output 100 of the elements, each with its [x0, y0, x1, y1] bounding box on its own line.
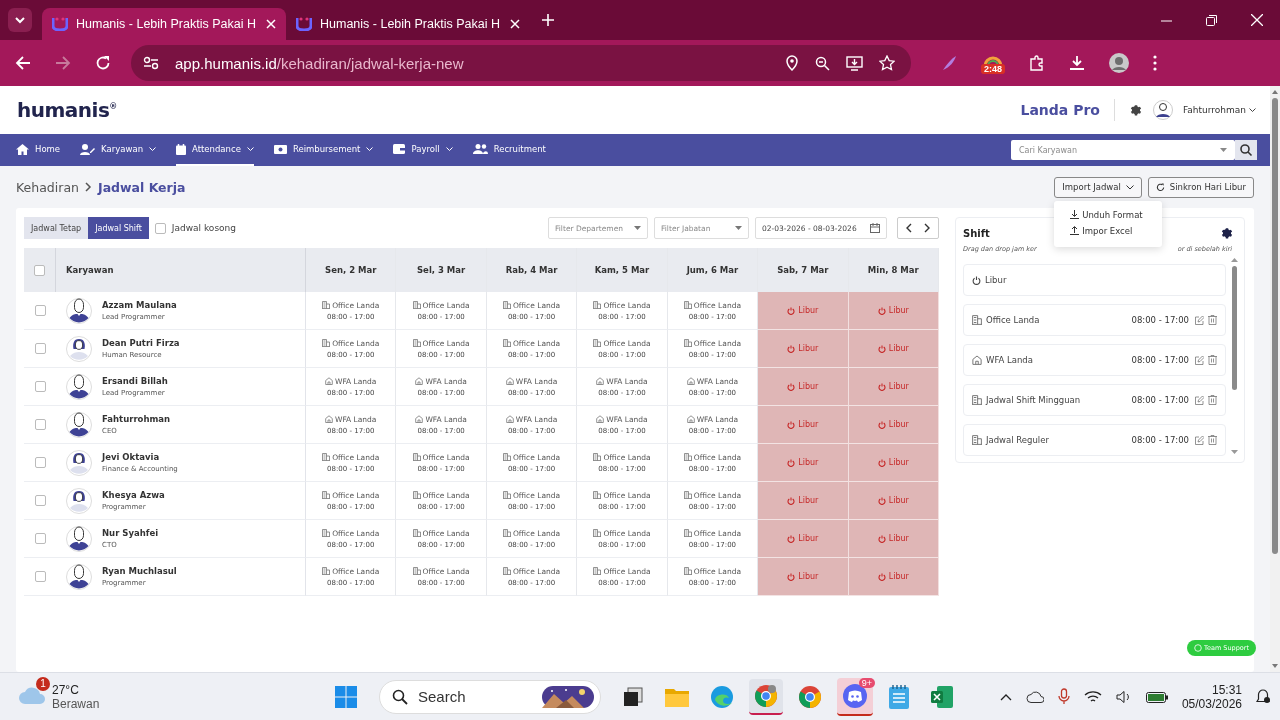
edit-icon[interactable] — [1195, 435, 1204, 445]
edit-icon[interactable] — [1195, 355, 1204, 365]
row-checkbox[interactable] — [34, 419, 46, 430]
nav-item[interactable]: Recruitment — [472, 134, 546, 166]
menu-item[interactable]: Unduh Format — [1054, 206, 1163, 223]
windows-start-icon[interactable] — [335, 685, 357, 708]
import-schedule-button[interactable]: Import Jadwal — [1054, 176, 1142, 198]
address-bar[interactable]: app.humanis.id/kehadiran/jadwal-kerja-new — [131, 45, 911, 81]
close-icon[interactable] — [266, 19, 276, 29]
employee-search-field[interactable]: Cari Karyawan — [1011, 140, 1235, 160]
trash-icon[interactable] — [1208, 355, 1217, 365]
scrollbar[interactable] — [1270, 86, 1280, 672]
nav-item[interactable]: Reimbursement — [273, 134, 374, 166]
user-edit-icon — [80, 143, 96, 155]
shift-item[interactable]: Office Landa 08:00 - 17:00 — [963, 304, 1226, 336]
edit-icon[interactable] — [1195, 315, 1204, 325]
select-all-checkbox[interactable] — [34, 264, 45, 276]
back-icon[interactable] — [15, 55, 31, 71]
building-icon — [683, 491, 692, 499]
forward-icon[interactable] — [55, 55, 71, 71]
battery-icon[interactable] — [1145, 690, 1168, 703]
schedule-tab[interactable]: Jadwal Shift — [88, 217, 149, 239]
edit-icon[interactable] — [1195, 395, 1204, 405]
browser-tab[interactable]: Humanis - Lebih Praktis Pakai H — [42, 8, 286, 40]
humanis-logo[interactable]: humanis$^{®}$ — [17, 98, 117, 122]
download-icon[interactable] — [1069, 55, 1085, 71]
notification-icon[interactable] — [1256, 688, 1270, 705]
building-icon — [593, 339, 602, 347]
chevron-up-icon[interactable] — [999, 692, 1012, 701]
checkbox[interactable] — [154, 222, 166, 234]
nav-item[interactable]: Attendance — [176, 134, 254, 166]
tab-list-icon[interactable] — [8, 8, 32, 32]
zoom-icon[interactable] — [815, 55, 830, 71]
shift-item[interactable]: WFA Landa 08:00 - 17:00 — [963, 344, 1226, 376]
building-icon — [972, 435, 982, 445]
building-icon — [683, 301, 692, 309]
row-checkbox[interactable] — [34, 533, 46, 544]
power-icon — [787, 344, 796, 353]
close-icon[interactable] — [1251, 14, 1263, 26]
user-avatar-icon[interactable] — [1152, 100, 1173, 120]
checkbox-label[interactable]: Jadwal kosong — [171, 223, 236, 233]
row-checkbox[interactable] — [34, 457, 46, 468]
site-info-icon[interactable] — [143, 56, 159, 70]
edge-browser-icon[interactable] — [711, 685, 733, 708]
profile-avatar-icon[interactable] — [1109, 53, 1129, 73]
house-icon — [686, 377, 695, 385]
close-icon[interactable] — [510, 19, 520, 29]
menu-icon[interactable] — [1153, 55, 1157, 71]
schedule-tab[interactable]: Jadwal Tetap — [24, 217, 89, 239]
chrome-icon[interactable] — [755, 684, 777, 707]
scrollbar[interactable] — [1231, 258, 1238, 454]
row-checkbox[interactable] — [34, 495, 46, 506]
trash-icon[interactable] — [1208, 315, 1217, 325]
shift-label: Libur — [888, 572, 909, 581]
avatar-icon — [66, 525, 92, 552]
location-icon[interactable] — [785, 55, 799, 71]
shift-item[interactable]: Jadwal Reguler 08:00 - 17:00 — [963, 424, 1226, 456]
notepad-icon[interactable] — [889, 684, 909, 709]
trash-icon[interactable] — [1208, 395, 1217, 405]
breadcrumb-link[interactable]: Kehadiran — [16, 179, 79, 195]
row-checkbox[interactable] — [34, 305, 46, 316]
nav-item[interactable]: Karyawan — [80, 134, 157, 166]
feather-icon[interactable] — [941, 55, 957, 71]
cloud-icon[interactable] — [1025, 690, 1044, 703]
menu-item[interactable]: Impor Excel — [1054, 222, 1163, 239]
browser-tab[interactable]: Humanis - Lebih Praktis Pakai H — [286, 8, 530, 40]
microphone-icon[interactable] — [1057, 688, 1070, 705]
building-icon — [593, 567, 602, 575]
puzzle-icon[interactable] — [1029, 55, 1045, 71]
shift-item[interactable]: Jadwal Shift Mingguan 08:00 - 17:00 — [963, 384, 1226, 416]
taskbar-search-field[interactable]: Search — [379, 679, 601, 714]
nav-item[interactable]: Home — [16, 134, 61, 166]
settings-icon[interactable] — [1220, 226, 1234, 240]
row-checkbox[interactable] — [34, 343, 46, 354]
star-icon[interactable] — [879, 55, 895, 71]
task-view-icon[interactable] — [623, 686, 643, 707]
power-icon — [787, 382, 796, 391]
employee-name: Khesya Azwa — [102, 490, 165, 500]
nav-item[interactable]: Payroll — [393, 134, 453, 166]
volume-icon[interactable] — [1115, 689, 1132, 704]
wifi-icon[interactable] — [1083, 689, 1102, 704]
shift-item[interactable]: Libur — [963, 264, 1226, 296]
building-icon — [683, 453, 692, 461]
install-icon[interactable] — [846, 55, 863, 71]
row-checkbox[interactable] — [34, 571, 46, 582]
house-icon — [325, 377, 333, 385]
reload-icon[interactable] — [95, 55, 111, 71]
trash-icon[interactable] — [1208, 435, 1217, 445]
sync-holidays-button[interactable]: Sinkron Hari Libur — [1147, 176, 1254, 198]
new-tab-icon[interactable] — [542, 14, 554, 26]
restore-icon[interactable] — [1206, 14, 1217, 26]
settings-icon[interactable] — [1128, 103, 1143, 117]
search-icon[interactable] — [1235, 140, 1257, 160]
avatar-icon — [66, 487, 92, 514]
building-icon — [683, 529, 692, 537]
row-checkbox[interactable] — [34, 381, 46, 392]
money-icon — [273, 144, 287, 154]
chrome-icon[interactable] — [799, 685, 821, 708]
user-menu[interactable]: Fahturrohman — [1182, 105, 1256, 115]
excel-icon[interactable] — [931, 685, 953, 708]
